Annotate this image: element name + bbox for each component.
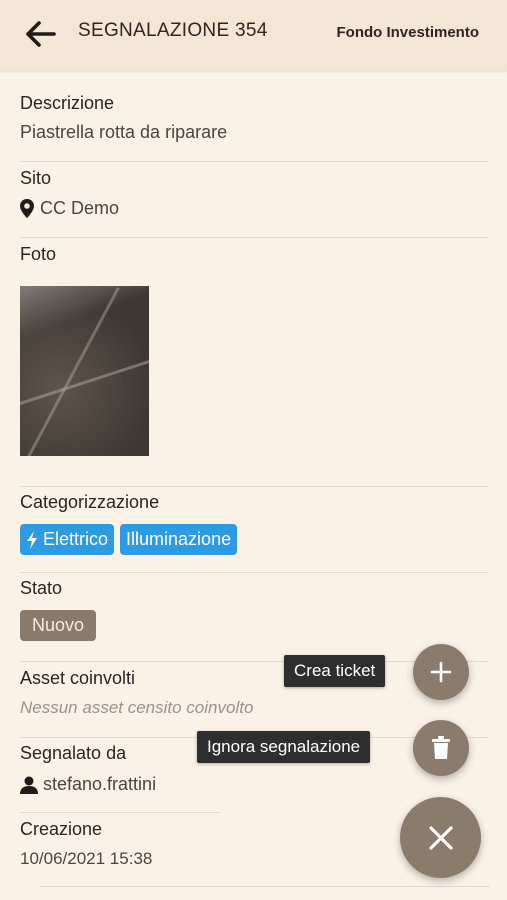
plus-icon: [430, 661, 452, 683]
description-value: Piastrella rotta da riparare: [20, 122, 228, 142]
categorization-section: Categorizzazione Elettrico Illuminazione: [20, 492, 488, 555]
description-label: Descrizione: [20, 93, 115, 113]
map-marker-icon: [20, 199, 34, 218]
site-section: Sito CC Demo: [20, 168, 488, 219]
close-icon: [428, 825, 453, 850]
report-photo[interactable]: [20, 286, 149, 456]
site-value: CC Demo: [40, 198, 120, 218]
category-tag-illuminazione: Illuminazione: [120, 524, 238, 555]
site-row: CC Demo: [20, 198, 488, 219]
arrow-left-icon: [26, 21, 56, 47]
divider: [20, 812, 220, 813]
lightning-icon: [27, 530, 37, 549]
ignore-report-tooltip[interactable]: Ignora segnalazione: [197, 731, 371, 763]
category-tag-label: Illuminazione: [126, 529, 232, 549]
site-label: Sito: [20, 168, 52, 188]
ignore-report-button[interactable]: [413, 720, 469, 776]
divider: [20, 237, 488, 238]
assets-value: Nessun asset censito coinvolto: [20, 698, 254, 717]
back-button[interactable]: [24, 18, 60, 50]
status-section: Stato Nuovo: [20, 578, 488, 641]
divider: [40, 886, 490, 887]
divider: [20, 486, 488, 487]
category-tag-elettrico: Elettrico: [20, 524, 115, 555]
create-ticket-tooltip[interactable]: Crea ticket: [284, 655, 386, 687]
fund-label: Fondo Investimento: [336, 24, 480, 41]
create-ticket-button[interactable]: [413, 644, 469, 700]
page-title: SEGNALAZIONE 354: [78, 20, 268, 41]
status-badge: Nuovo: [20, 610, 97, 641]
reporter-row: stefano.frattini: [20, 774, 488, 795]
status-label: Stato: [20, 578, 63, 598]
trash-icon: [432, 736, 450, 759]
description-section: Descrizione Piastrella rotta da riparare: [20, 93, 488, 143]
close-fab-button[interactable]: [400, 797, 481, 878]
category-tag-label: Elettrico: [43, 529, 109, 549]
divider: [20, 572, 488, 573]
divider: [20, 161, 488, 162]
photo-section: Foto: [20, 244, 488, 265]
photo-label: Foto: [20, 244, 57, 264]
user-icon: [20, 776, 38, 794]
app-header: SEGNALAZIONE 354 Fondo Investimento: [0, 0, 507, 70]
categorization-label: Categorizzazione: [20, 492, 160, 512]
category-tags: Elettrico Illuminazione: [20, 524, 488, 555]
reporter-value: stefano.frattini: [43, 774, 157, 794]
